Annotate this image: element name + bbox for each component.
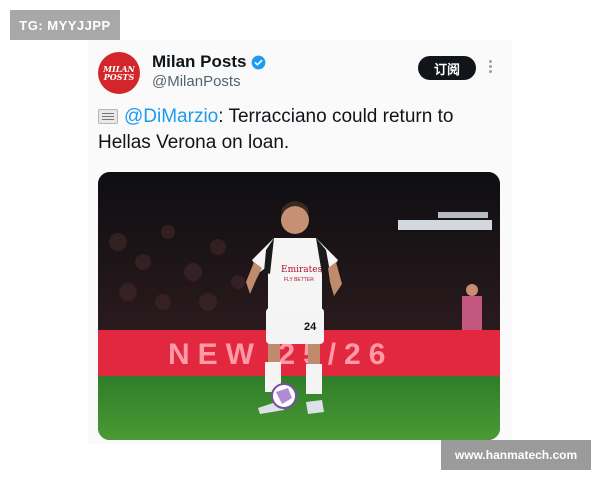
avatar-text-bottom: POSTS: [103, 72, 135, 82]
tweet-text: @DiMarzio: Terracciano could return to H…: [98, 104, 498, 156]
user-handle[interactable]: @MilanPosts: [152, 73, 241, 90]
display-name[interactable]: Milan Posts: [152, 52, 246, 72]
shirt-number: 24: [304, 321, 317, 333]
tweet-media-image[interactable]: NEW 25/26 24 Emirates FLY BETTER: [98, 172, 500, 440]
avatar[interactable]: MILAN POSTS: [98, 52, 140, 94]
newspaper-icon: [98, 109, 118, 124]
subscribe-button[interactable]: 订阅: [418, 56, 476, 80]
tg-badge: TG: MYYJJPP: [10, 10, 120, 40]
verified-badge-icon: [252, 55, 266, 69]
sponsor-text: Emirates: [281, 265, 323, 275]
more-options-icon[interactable]: [488, 60, 494, 76]
football-photo: NEW 25/26 24 Emirates FLY BETTER: [98, 172, 500, 440]
mention-link[interactable]: @DiMarzio: [124, 106, 218, 127]
site-watermark: www.hanmatech.com: [441, 440, 591, 470]
sponsor-subtext: FLY BETTER: [284, 277, 314, 283]
name-row: Milan Posts: [152, 52, 266, 72]
